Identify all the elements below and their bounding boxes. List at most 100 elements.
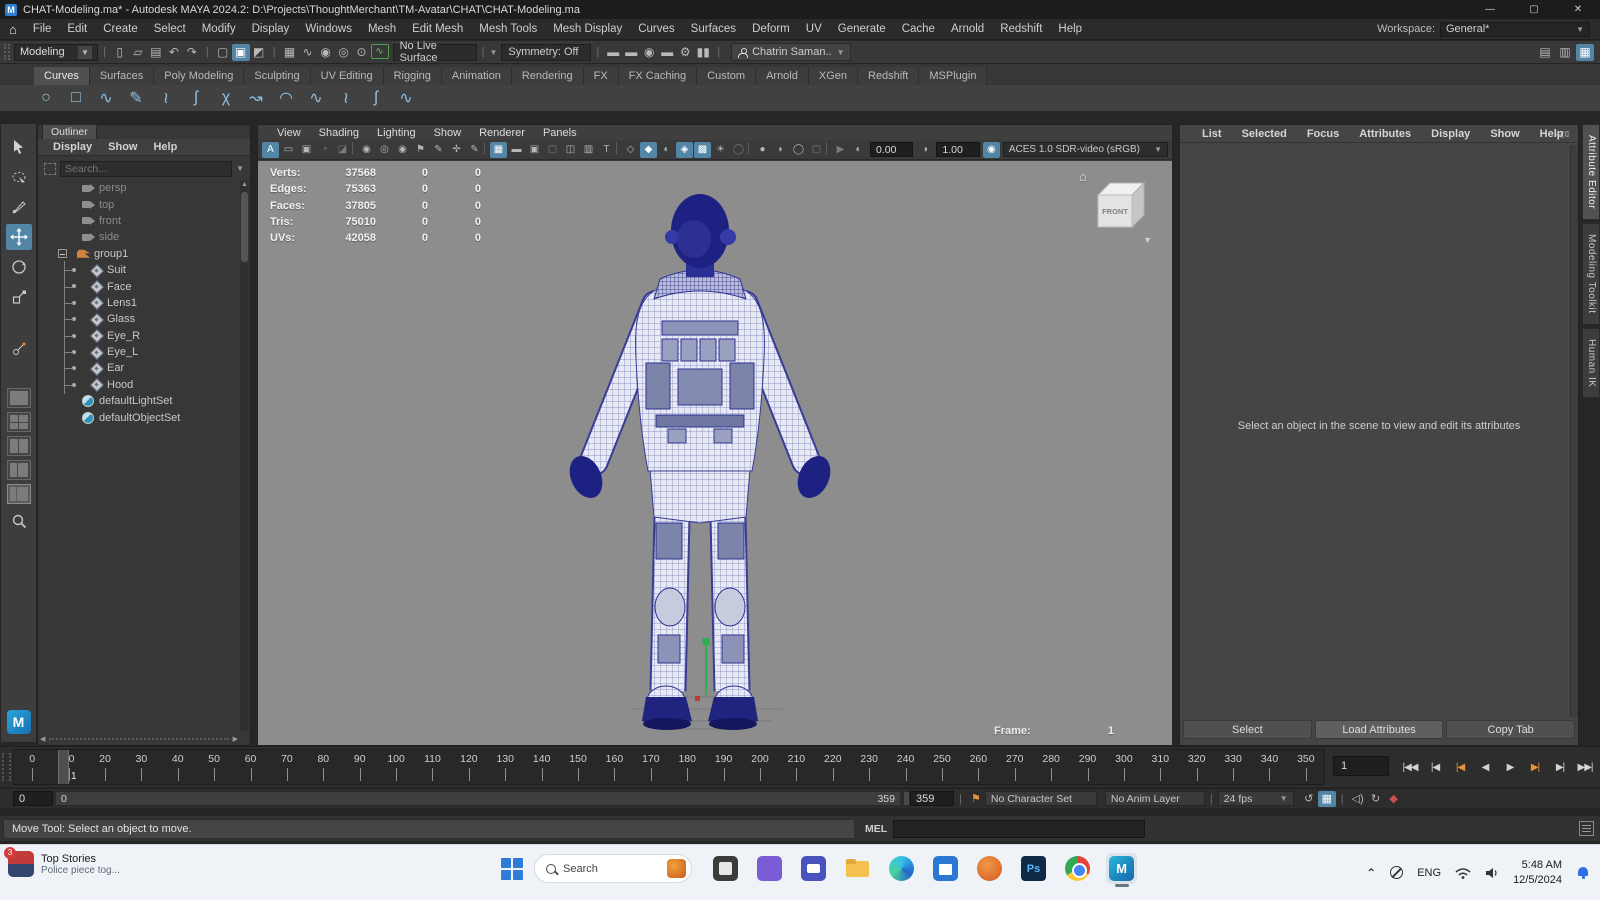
timeline-tick[interactable]: 210 <box>778 750 814 784</box>
selection-mode-icon[interactable]: ◩ <box>250 44 268 61</box>
shelf-tab[interactable]: Rigging <box>384 67 442 85</box>
file-action-icon[interactable]: ▱ <box>129 44 147 61</box>
menu-item[interactable]: Redshift <box>992 23 1050 35</box>
viewport-menu-item[interactable]: Lighting <box>368 127 425 139</box>
shelf-tab[interactable]: FX Caching <box>619 67 697 85</box>
select-tool[interactable] <box>6 134 32 160</box>
shelf-tab[interactable]: Custom <box>697 67 756 85</box>
menu-item[interactable]: Modify <box>194 23 244 35</box>
menu-item[interactable]: UV <box>798 23 830 35</box>
current-frame-field[interactable]: 1 <box>1333 756 1389 776</box>
character-set-selector[interactable]: No Character Set <box>985 791 1097 806</box>
outliner-item[interactable]: persp <box>38 180 240 196</box>
timeline-tick[interactable]: 270 <box>997 750 1033 784</box>
viewport-toolbar-icon[interactable]: ⚑ <box>412 142 429 158</box>
menu-item[interactable]: Mesh <box>360 23 404 35</box>
viewport-menu-item[interactable]: Show <box>425 127 471 139</box>
outliner-item[interactable]: Ear <box>38 360 240 376</box>
volume-icon[interactable] <box>1485 867 1499 879</box>
attribute-editor-menu-item[interactable]: Focus <box>1297 128 1349 140</box>
drag-handle[interactable] <box>4 44 10 60</box>
viewport-toolbar-icon[interactable]: ◯ <box>730 142 747 158</box>
shelf-tab[interactable]: Curves <box>34 67 90 85</box>
timeline-tick[interactable]: 100 <box>378 750 414 784</box>
render-icon[interactable]: ▬ <box>658 44 676 61</box>
viewport-toolbar-icon[interactable]: ◫ <box>562 142 579 158</box>
menu-set-selector[interactable]: Modeling ▼ <box>14 44 98 61</box>
timeline-tick[interactable]: 220 <box>815 750 851 784</box>
snap-icon[interactable]: ∿ <box>299 44 317 61</box>
viewport-canvas[interactable]: Verts: 37568 0 0 Edges: 75363 0 0 <box>258 161 1172 745</box>
timeline-tick[interactable]: 140 <box>523 750 559 784</box>
move-tool[interactable] <box>6 224 32 250</box>
shelf-tool-icon[interactable]: ∿ <box>94 86 118 110</box>
animation-end-field[interactable]: 359 <box>910 791 954 806</box>
timeline-tick[interactable]: 230 <box>851 750 887 784</box>
render-icon[interactable]: ▬ <box>604 44 622 61</box>
timeline-ruler[interactable]: 0 10 20 30 <box>13 749 1325 785</box>
selection-mode-icon[interactable]: ▣ <box>232 44 250 61</box>
file-action-icon[interactable]: ▤ <box>147 44 165 61</box>
outliner-item[interactable]: defaultObjectSet <box>38 409 240 425</box>
colorspace-selector[interactable]: ACES 1.0 SDR-video (sRGB) ▼ <box>1003 142 1168 157</box>
shelf-tab[interactable]: Arnold <box>756 67 809 85</box>
close-button[interactable]: ✕ <box>1556 0 1600 19</box>
timeline-tick[interactable]: 90 <box>342 750 378 784</box>
auto-keyframe-icon[interactable]: ▦ <box>1318 791 1336 807</box>
view-cube[interactable]: ⌂ FRONT ▼ <box>1070 167 1154 245</box>
shelf-tab[interactable]: UV Editing <box>311 67 384 85</box>
render-icon[interactable]: ▮▮ <box>694 44 712 61</box>
timeline-tick[interactable]: 120 <box>451 750 487 784</box>
chevron-down-icon[interactable]: ▼ <box>236 164 244 173</box>
timeline-tick[interactable]: 40 <box>160 750 196 784</box>
minimize-button[interactable]: — <box>1468 0 1512 19</box>
viewport-menu-item[interactable]: View <box>268 127 310 139</box>
playback-range-track[interactable]: 0 359 <box>55 791 901 806</box>
timeline-tick[interactable]: 70 <box>269 750 305 784</box>
timeline-tick[interactable]: 110 <box>414 750 450 784</box>
taskbar-app-store[interactable] <box>930 853 961 884</box>
mel-input[interactable] <box>893 820 1145 838</box>
sidebar-toggle-icon[interactable]: ▥ <box>1556 44 1574 61</box>
shelf-tool-icon[interactable]: χ <box>214 86 238 110</box>
maya-logo-icon[interactable]: M <box>7 710 31 734</box>
timeline-tick[interactable]: 280 <box>1033 750 1069 784</box>
viewport-toolbar-icon[interactable]: ◉ <box>358 142 375 158</box>
shelf-tool-icon[interactable]: ≀ <box>334 86 358 110</box>
outliner-menu-item[interactable]: Display <box>46 141 99 153</box>
viewport-toolbar-icon[interactable]: ▣ <box>298 142 315 158</box>
taskbar-app-teams[interactable] <box>798 853 829 884</box>
layout-outliner-persp[interactable] <box>7 484 31 504</box>
timeline-tick[interactable]: 340 <box>1251 750 1287 784</box>
shelf-tab[interactable]: Redshift <box>858 67 919 85</box>
timeline-tick[interactable]: 290 <box>1069 750 1105 784</box>
view-cube-chevron-icon[interactable]: ▼ <box>1143 235 1152 245</box>
user-account-menu[interactable]: Chatrin Saman.. ▼ <box>731 43 851 61</box>
viewport-menu-item[interactable]: Shading <box>310 127 368 139</box>
taskbar-app-chrome[interactable] <box>1062 853 1093 884</box>
attribute-editor-menu-item[interactable]: Attributes <box>1349 128 1421 140</box>
viewport-toolbar-icon[interactable] <box>484 142 489 154</box>
sidebar-toggle-icon[interactable]: ▦ <box>1576 44 1594 61</box>
viewport-menu-item[interactable]: Renderer <box>470 127 534 139</box>
shelf-tool-icon[interactable]: ≀ <box>154 86 178 110</box>
viewport-toolbar-icon[interactable]: ▬ <box>508 142 525 158</box>
shelf-tab[interactable]: Animation <box>442 67 512 85</box>
attribute-editor-menu-item[interactable]: List <box>1192 128 1232 140</box>
character-set-icon[interactable]: ⚑ <box>967 792 985 805</box>
menu-item[interactable]: Generate <box>830 23 894 35</box>
taskbar-overflow-chevron[interactable]: ⌃ <box>1366 866 1376 880</box>
timeline-tick[interactable]: 260 <box>960 750 996 784</box>
menu-item[interactable]: File <box>25 23 60 35</box>
attribute-editor-button[interactable]: Select <box>1183 720 1312 739</box>
live-surface-field[interactable]: No Live Surface <box>393 44 477 61</box>
viewport-toolbar-icon[interactable]: ▣ <box>526 142 543 158</box>
viewport-toolbar-icon[interactable] <box>616 142 621 154</box>
viewport-toolbar-icon[interactable] <box>826 142 831 154</box>
shelf-tool-icon[interactable]: ◠ <box>274 86 298 110</box>
playback-button[interactable]: ▶ <box>1499 756 1521 778</box>
timeline-tick[interactable]: 130 <box>487 750 523 784</box>
viewport-toolbar-icon[interactable]: ▢ <box>808 142 825 158</box>
timeline-tick[interactable]: 0 <box>14 750 50 784</box>
attribute-editor-menu-item[interactable]: Display <box>1421 128 1480 140</box>
